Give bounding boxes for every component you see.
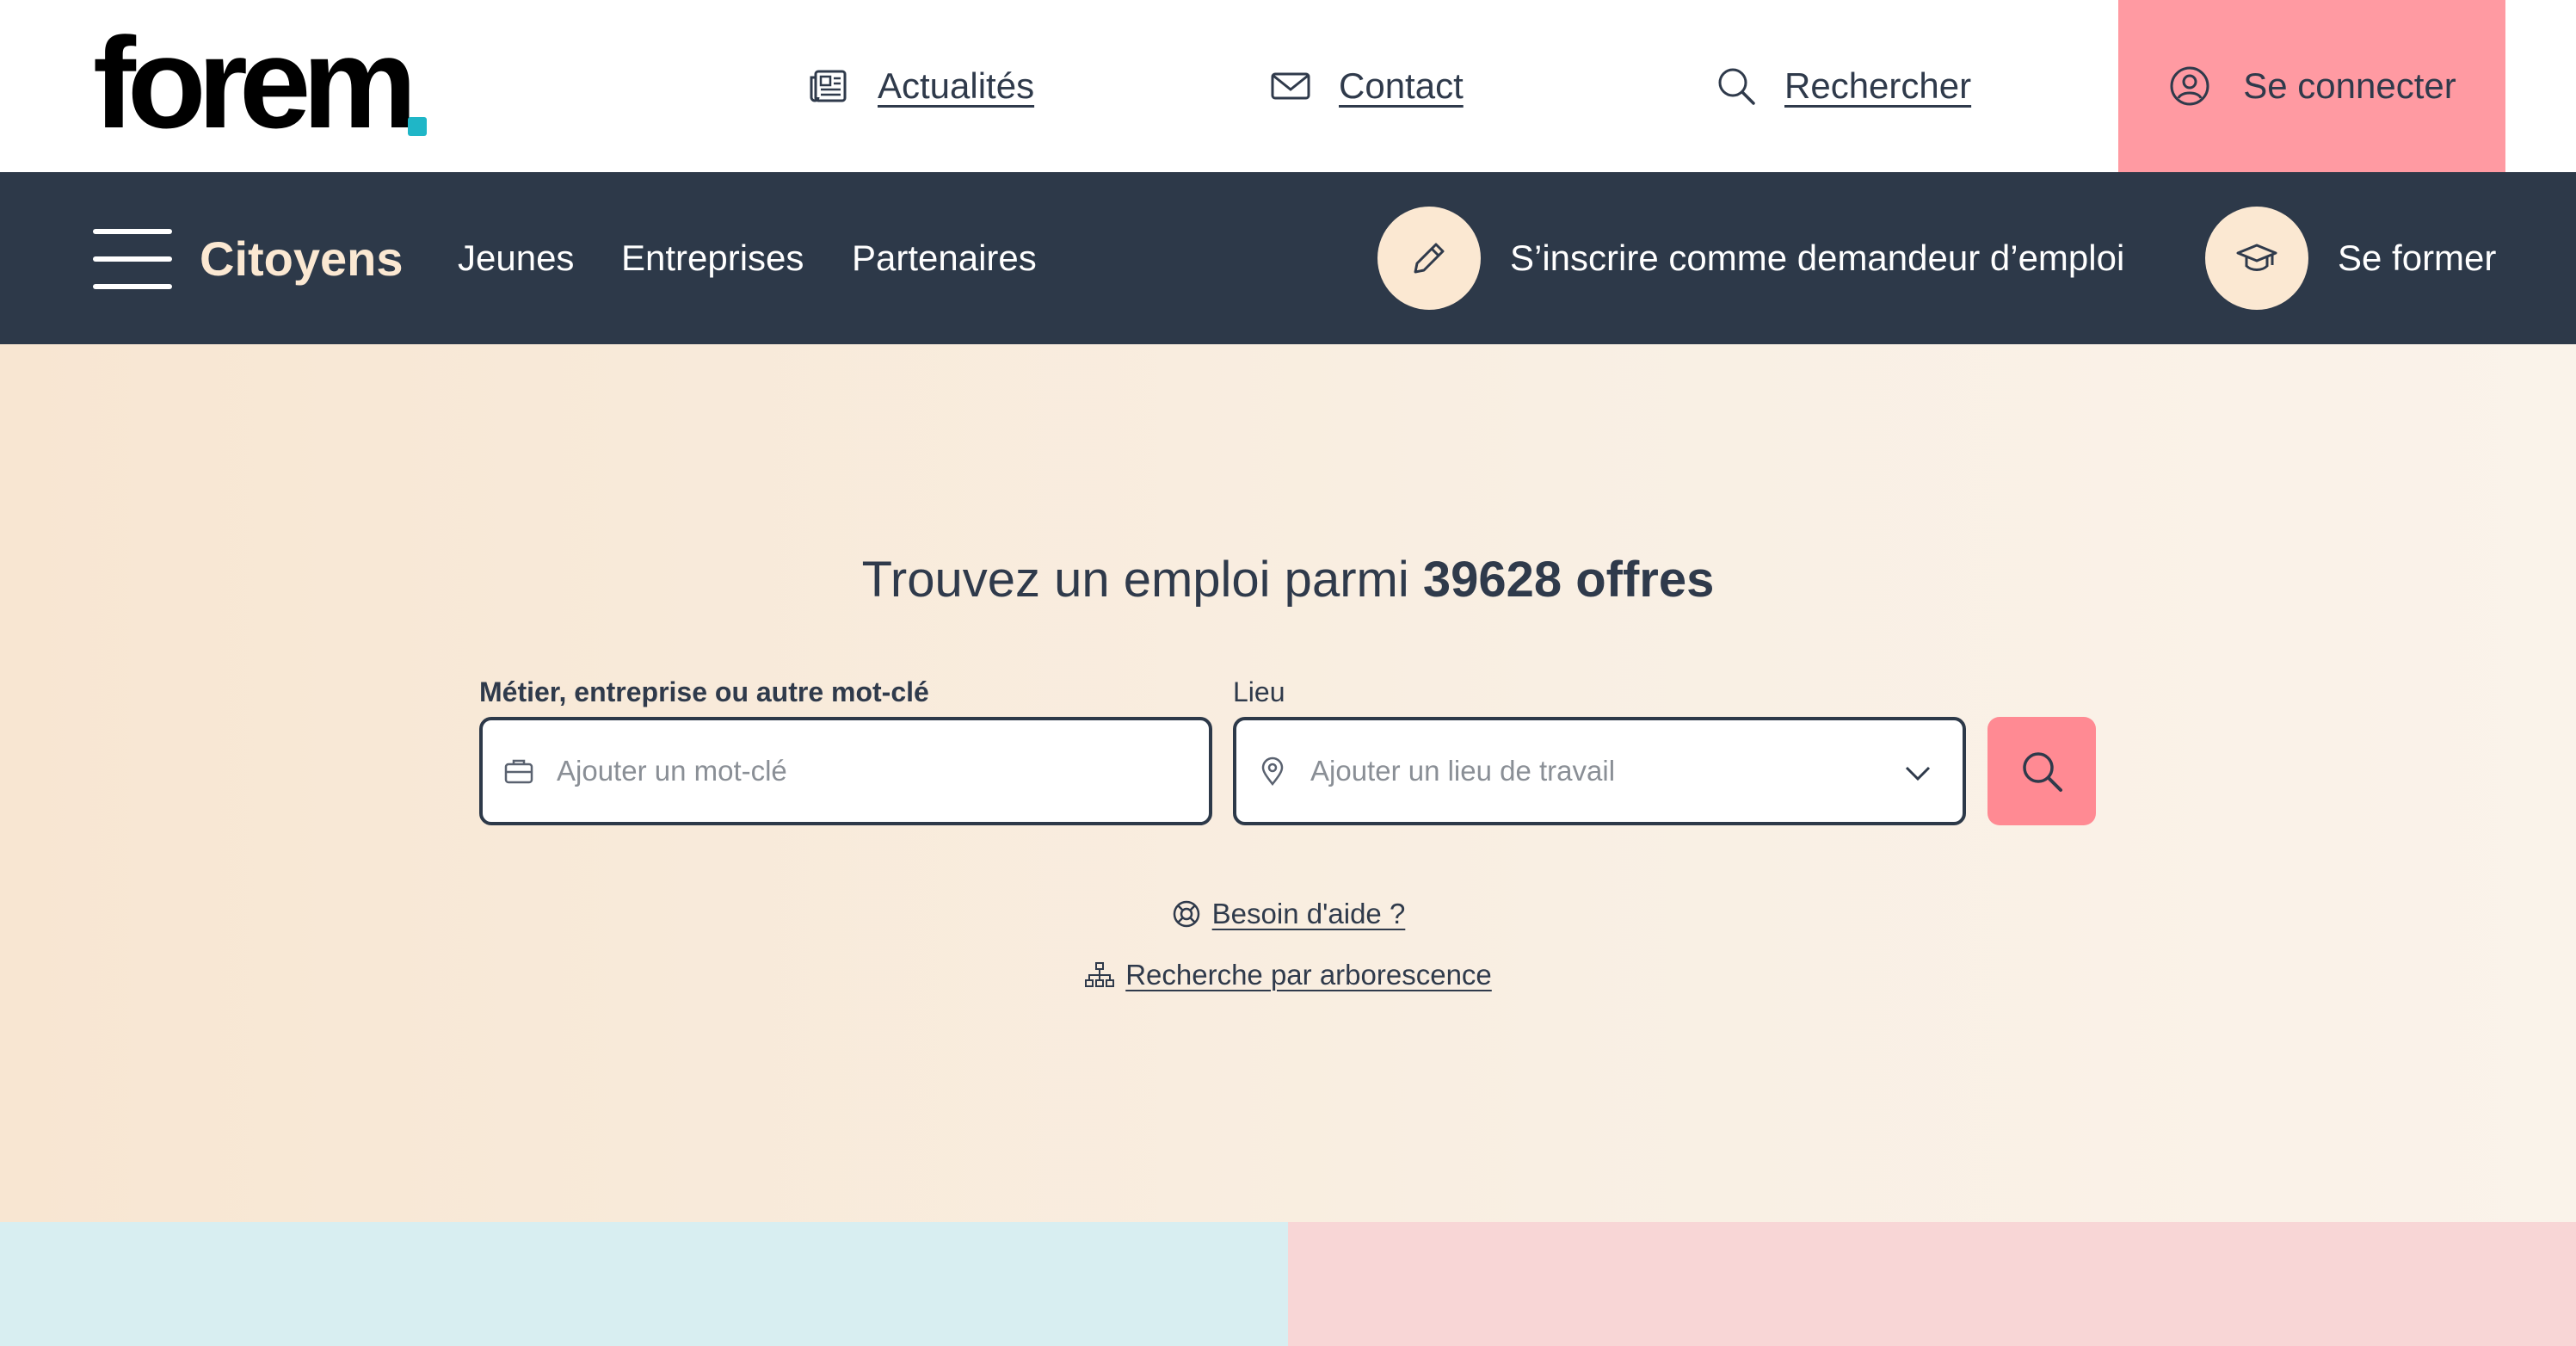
search-button[interactable] [1987, 717, 2096, 825]
pencil-icon [1414, 243, 1445, 274]
main-nav: Citoyens Jeunes Entreprises Partenaires … [0, 172, 2576, 344]
search-link-label: Rechercher [1784, 65, 1972, 106]
register-icon-circle [1377, 207, 1481, 310]
training-icon-circle [2205, 207, 2308, 310]
svg-text:forem: forem [93, 33, 410, 141]
briefcase-icon [504, 759, 533, 784]
chevron-down-icon[interactable] [1902, 758, 1933, 789]
tree-search-label: Recherche par arborescence [1125, 959, 1492, 991]
nav-item-partenaires[interactable]: Partenaires [852, 172, 1037, 344]
login-button[interactable]: Se connecter [2118, 0, 2505, 172]
keyword-field[interactable] [479, 717, 1212, 825]
user-icon [2170, 66, 2209, 106]
newspaper-icon [810, 70, 847, 102]
page-title: Trouvez un emploi parmi 39628 offres [0, 551, 2576, 608]
job-search-hero: Trouvez un emploi parmi 39628 offres Mét… [0, 344, 2576, 1222]
location-field[interactable] [1233, 717, 1966, 825]
training-label: Se former [2338, 238, 2497, 278]
forem-logo-mark: forem [93, 33, 427, 141]
mail-icon [1271, 72, 1310, 100]
login-label: Se connecter [2243, 65, 2456, 106]
news-link-label: Actualités [878, 65, 1035, 106]
lifebuoy-icon [1173, 900, 1199, 928]
search-icon [2023, 752, 2062, 792]
promo-tile-right [1288, 1222, 2576, 1346]
contact-link-label: Contact [1339, 65, 1464, 106]
help-link-label: Besoin d'aide ? [1211, 898, 1406, 929]
nav-item-jeunes[interactable]: Jeunes [458, 172, 574, 344]
news-link[interactable]: Actualités [807, 0, 1034, 172]
job-offer-count: 39628 offres [1422, 552, 1715, 608]
map-pin-icon [1261, 756, 1284, 787]
register-jobseeker-label: S’inscrire comme demandeur d’emploi [1510, 238, 2125, 278]
nav-item-citoyens[interactable]: Citoyens [200, 172, 404, 344]
help-link[interactable]: Besoin d'aide ? [0, 898, 2576, 930]
menu-icon[interactable] [93, 229, 176, 289]
location-label: Lieu [1233, 676, 1285, 707]
forem-logo[interactable]: forem [93, 33, 428, 141]
contact-link[interactable]: Contact [1268, 0, 1464, 172]
nav-item-entreprises[interactable]: Entreprises [621, 172, 804, 344]
sitemap-icon [1085, 962, 1115, 987]
graduation-cap-icon [2236, 244, 2277, 271]
promo-tile-left [0, 1222, 1288, 1346]
keyword-label: Métier, entreprise ou autre mot-clé [479, 676, 929, 707]
training-link[interactable]: Se former [2205, 172, 2496, 344]
search-link[interactable]: Rechercher [1714, 0, 1971, 172]
register-jobseeker-link[interactable]: S’inscrire comme demandeur d’emploi [1377, 172, 2124, 344]
title-prefix: Trouvez un emploi parmi [861, 552, 1409, 608]
top-header: forem Actualités Contact Rechercher Se c… [0, 0, 2576, 172]
location-input[interactable] [1309, 754, 1863, 788]
keyword-input[interactable] [555, 754, 1109, 788]
search-icon [1718, 68, 1755, 105]
tree-search-link[interactable]: Recherche par arborescence [0, 959, 2576, 991]
